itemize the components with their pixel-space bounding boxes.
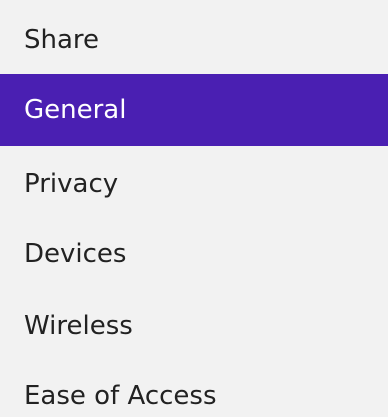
settings-menu: Share General Privacy Devices Wireless E… bbox=[0, 0, 388, 417]
menu-item-wireless[interactable]: Wireless bbox=[0, 290, 388, 362]
menu-item-devices[interactable]: Devices bbox=[0, 218, 388, 290]
menu-item-label: General bbox=[24, 95, 127, 125]
menu-item-general[interactable]: General bbox=[0, 74, 388, 146]
menu-item-ease-of-access[interactable]: Ease of Access bbox=[0, 360, 388, 417]
menu-item-label: Privacy bbox=[24, 169, 119, 199]
menu-item-label: Ease of Access bbox=[24, 381, 217, 411]
menu-item-privacy[interactable]: Privacy bbox=[0, 148, 388, 220]
menu-item-label: Wireless bbox=[24, 311, 133, 341]
menu-item-share[interactable]: Share bbox=[0, 4, 388, 76]
menu-item-label: Devices bbox=[24, 239, 127, 269]
menu-item-label: Share bbox=[24, 25, 100, 55]
